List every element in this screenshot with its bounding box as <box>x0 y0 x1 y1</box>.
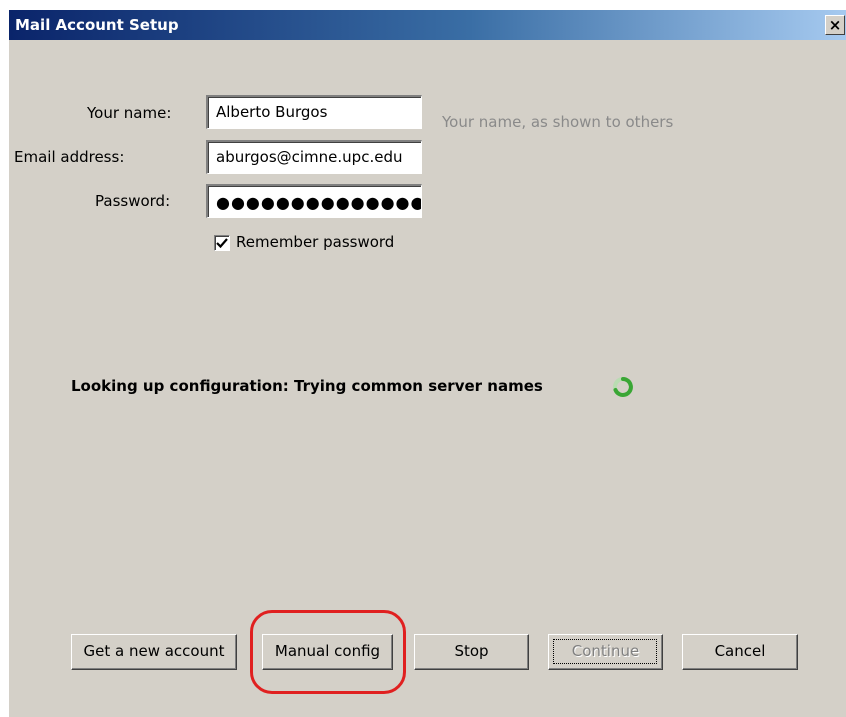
window-title: Mail Account Setup <box>15 16 179 34</box>
close-button[interactable]: × <box>825 15 845 35</box>
email-address-input[interactable]: aburgos@cimne.upc.edu <box>206 140 422 174</box>
stop-button[interactable]: Stop <box>414 634 529 670</box>
password-label: Password: <box>95 192 171 210</box>
close-icon: × <box>828 16 842 34</box>
remember-password-checkbox[interactable] <box>214 235 230 251</box>
your-name-hint: Your name, as shown to others <box>442 113 674 131</box>
cancel-button[interactable]: Cancel <box>682 634 798 670</box>
email-address-label: Email address: <box>14 148 125 166</box>
loading-spinner-icon <box>613 377 633 397</box>
checkmark-icon <box>216 238 228 249</box>
status-message: Looking up configuration: Trying common … <box>71 377 543 395</box>
focus-rectangle <box>553 639 657 664</box>
annotation-circle <box>250 610 406 694</box>
mail-account-setup-dialog: Mail Account Setup × Your name: Alberto … <box>8 10 846 717</box>
your-name-input[interactable]: Alberto Burgos <box>206 95 422 129</box>
get-new-account-button[interactable]: Get a new account <box>71 634 237 670</box>
continue-button[interactable]: Continue <box>548 634 663 670</box>
your-name-label: Your name: <box>87 104 172 122</box>
title-bar[interactable]: Mail Account Setup × <box>9 10 846 40</box>
password-input[interactable]: ●●●●●●●●●●●●●● <box>206 184 422 218</box>
remember-password-label[interactable]: Remember password <box>236 233 394 251</box>
